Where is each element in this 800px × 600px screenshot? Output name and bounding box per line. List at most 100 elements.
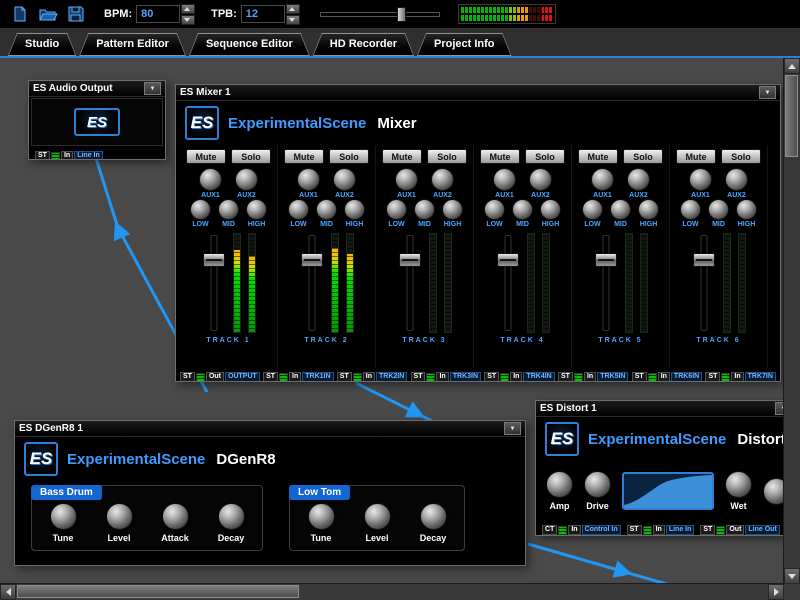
aux1-knob[interactable] bbox=[395, 168, 418, 191]
fader-handle[interactable] bbox=[497, 253, 519, 267]
level-knob[interactable] bbox=[106, 503, 133, 530]
volume-fader[interactable] bbox=[398, 233, 422, 333]
connector-control-in[interactable]: CTInControl In bbox=[542, 525, 621, 535]
collapse-button[interactable] bbox=[759, 86, 776, 99]
amp-knob[interactable] bbox=[546, 471, 573, 498]
collapse-button[interactable] bbox=[144, 82, 161, 95]
tpb-decrement-button[interactable] bbox=[286, 15, 300, 25]
open-project-button[interactable] bbox=[36, 3, 60, 25]
low-knob[interactable] bbox=[386, 199, 407, 220]
tab-studio[interactable]: Studio bbox=[8, 33, 76, 56]
connector-trk3in[interactable]: STInTRK3IN bbox=[411, 372, 481, 382]
slider-thumb[interactable] bbox=[397, 7, 406, 22]
aux2-knob[interactable] bbox=[725, 168, 748, 191]
connector-trk1in[interactable]: STInTRK1IN bbox=[263, 372, 333, 382]
high-knob[interactable] bbox=[540, 199, 561, 220]
scroll-right-button[interactable] bbox=[768, 584, 784, 600]
tpb-value[interactable]: 12 bbox=[241, 5, 285, 23]
low-knob[interactable] bbox=[582, 199, 603, 220]
connector-trk4in[interactable]: STInTRK4IN bbox=[484, 372, 554, 382]
horizontal-scroll-thumb[interactable] bbox=[17, 585, 299, 598]
mute-button[interactable]: Mute bbox=[676, 149, 716, 164]
mid-knob[interactable] bbox=[316, 199, 337, 220]
drive-knob[interactable] bbox=[584, 471, 611, 498]
connector-line-in[interactable]: STInLine In bbox=[627, 525, 695, 535]
mid-knob[interactable] bbox=[414, 199, 435, 220]
volume-fader[interactable] bbox=[692, 233, 716, 333]
scroll-up-button[interactable] bbox=[784, 58, 800, 74]
bpm-value[interactable]: 80 bbox=[136, 5, 180, 23]
scroll-down-button[interactable] bbox=[784, 568, 800, 584]
tune-knob[interactable] bbox=[50, 503, 77, 530]
fader-handle[interactable] bbox=[399, 253, 421, 267]
volume-fader[interactable] bbox=[300, 233, 324, 333]
mixer-titlebar[interactable]: ES Mixer 1 bbox=[176, 85, 780, 101]
mute-button[interactable]: Mute bbox=[578, 149, 618, 164]
save-project-button[interactable] bbox=[64, 3, 88, 25]
aux1-knob[interactable] bbox=[689, 168, 712, 191]
aux2-knob[interactable] bbox=[627, 168, 650, 191]
high-knob[interactable] bbox=[736, 199, 757, 220]
aux1-knob[interactable] bbox=[199, 168, 222, 191]
connector-trk2in[interactable]: STInTRK2IN bbox=[337, 372, 407, 382]
fader-handle[interactable] bbox=[301, 253, 323, 267]
tab-hd-recorder[interactable]: HD Recorder bbox=[313, 33, 414, 56]
distort-titlebar[interactable]: ES Distort 1 bbox=[536, 401, 796, 417]
mute-button[interactable]: Mute bbox=[284, 149, 324, 164]
vertical-scrollbar[interactable] bbox=[783, 58, 800, 584]
bpm-decrement-button[interactable] bbox=[181, 15, 195, 25]
connector-line-in[interactable]: STInLine In bbox=[35, 151, 103, 160]
mid-knob[interactable] bbox=[610, 199, 631, 220]
bpm-increment-button[interactable] bbox=[181, 4, 195, 14]
horizontal-scrollbar[interactable] bbox=[0, 583, 784, 600]
decay-knob[interactable] bbox=[420, 503, 447, 530]
volume-fader[interactable] bbox=[594, 233, 618, 333]
mid-knob[interactable] bbox=[708, 199, 729, 220]
attack-knob[interactable] bbox=[162, 503, 189, 530]
low-knob[interactable] bbox=[680, 199, 701, 220]
vertical-scroll-thumb[interactable] bbox=[785, 75, 798, 157]
solo-button[interactable]: Solo bbox=[427, 149, 467, 164]
aux1-knob[interactable] bbox=[297, 168, 320, 191]
level-knob[interactable] bbox=[364, 503, 391, 530]
audio-output-titlebar[interactable]: ES Audio Output bbox=[29, 81, 165, 97]
mid-knob[interactable] bbox=[512, 199, 533, 220]
dgenr8-titlebar[interactable]: ES DGenR8 1 bbox=[15, 421, 525, 437]
solo-button[interactable]: Solo bbox=[525, 149, 565, 164]
decay-knob[interactable] bbox=[218, 503, 245, 530]
low-knob[interactable] bbox=[190, 199, 211, 220]
mute-button[interactable]: Mute bbox=[382, 149, 422, 164]
mute-button[interactable]: Mute bbox=[480, 149, 520, 164]
aux2-knob[interactable] bbox=[333, 168, 356, 191]
new-project-button[interactable] bbox=[8, 3, 32, 25]
connector-output[interactable]: STOutOUTPUT bbox=[180, 372, 260, 382]
high-knob[interactable] bbox=[344, 199, 365, 220]
fader-handle[interactable] bbox=[693, 253, 715, 267]
solo-button[interactable]: Solo bbox=[329, 149, 369, 164]
low-knob[interactable] bbox=[288, 199, 309, 220]
mute-button[interactable]: Mute bbox=[186, 149, 226, 164]
high-knob[interactable] bbox=[246, 199, 267, 220]
solo-button[interactable]: Solo bbox=[623, 149, 663, 164]
solo-button[interactable]: Solo bbox=[721, 149, 761, 164]
aux2-knob[interactable] bbox=[529, 168, 552, 191]
collapse-button[interactable] bbox=[504, 422, 521, 435]
aux1-knob[interactable] bbox=[591, 168, 614, 191]
volume-fader[interactable] bbox=[202, 233, 226, 333]
wet-knob[interactable] bbox=[725, 471, 752, 498]
tab-sequence-editor[interactable]: Sequence Editor bbox=[189, 33, 310, 56]
connector-line-out[interactable]: STOutLine Out bbox=[700, 525, 779, 535]
fader-handle[interactable] bbox=[203, 253, 225, 267]
tpb-increment-button[interactable] bbox=[286, 4, 300, 14]
connector-trk6in[interactable]: STInTRK6IN bbox=[632, 372, 702, 382]
aux2-knob[interactable] bbox=[431, 168, 454, 191]
volume-fader[interactable] bbox=[496, 233, 520, 333]
low-knob[interactable] bbox=[484, 199, 505, 220]
tab-project-info[interactable]: Project Info bbox=[417, 33, 512, 56]
tab-pattern-editor[interactable]: Pattern Editor bbox=[79, 33, 186, 56]
aux1-knob[interactable] bbox=[493, 168, 516, 191]
solo-button[interactable]: Solo bbox=[231, 149, 271, 164]
connector-trk7in[interactable]: STInTRK7IN bbox=[705, 372, 775, 382]
fader-handle[interactable] bbox=[595, 253, 617, 267]
scroll-left-button[interactable] bbox=[0, 584, 16, 600]
